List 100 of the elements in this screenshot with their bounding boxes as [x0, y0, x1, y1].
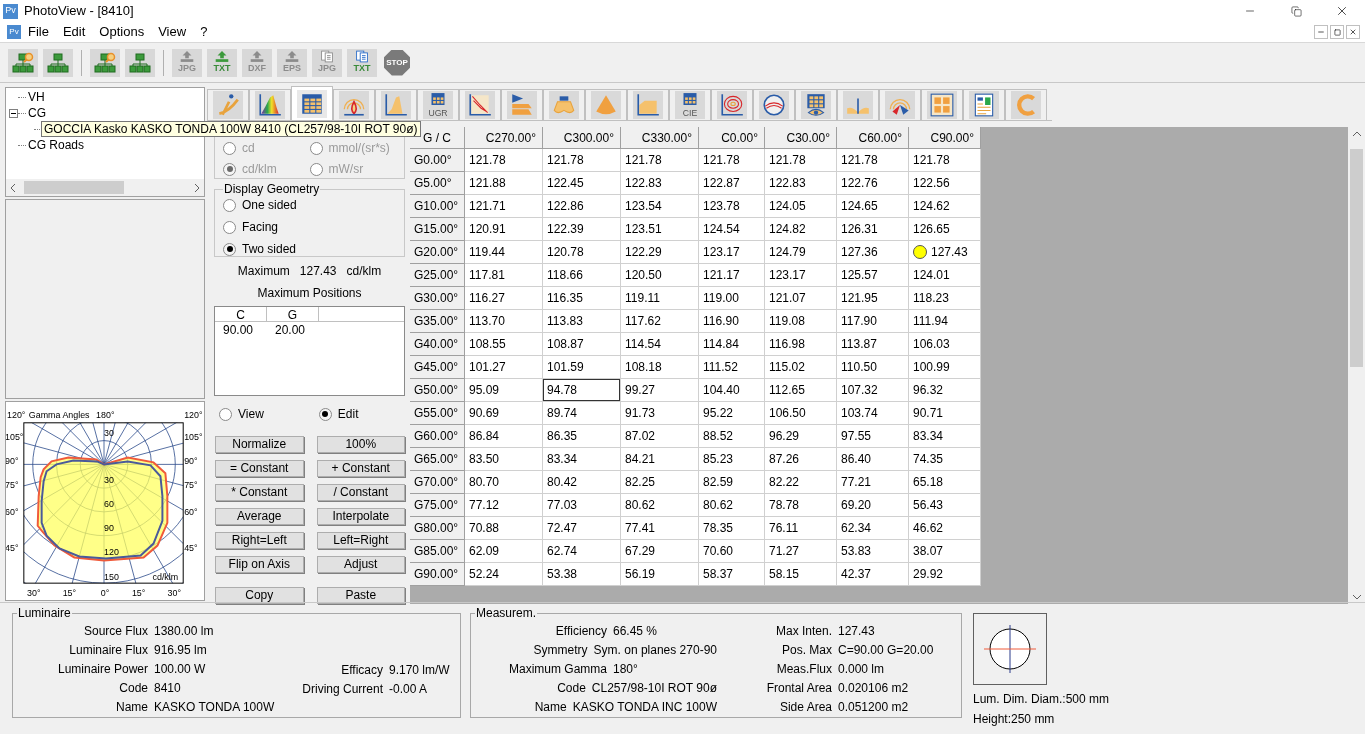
column-header[interactable]: G	[267, 307, 319, 321]
action-button[interactable]: + Constant	[316, 460, 405, 477]
tab[interactable]	[711, 89, 753, 120]
tab[interactable]	[879, 89, 921, 120]
table-cell-text: 72.47	[546, 520, 578, 536]
field-label: Source Flux	[82, 622, 148, 639]
table-cell-text: 121.07	[768, 290, 806, 306]
toolbar-button[interactable]	[43, 48, 73, 77]
field-label: Efficacy	[340, 661, 383, 678]
minimize-button[interactable]	[1314, 25, 1328, 39]
tab[interactable]	[753, 89, 795, 120]
column-header[interactable]: C300.00°	[543, 127, 621, 149]
action-button[interactable]: Adjust	[316, 556, 405, 573]
table-cell-text: 122.83	[768, 175, 806, 191]
action-button[interactable]: Right=Left	[215, 532, 304, 549]
column-header[interactable]: C270.00°	[465, 127, 543, 149]
close-button[interactable]	[1346, 25, 1360, 39]
toolbar-button[interactable]	[125, 48, 155, 77]
action-button[interactable]: 100%	[316, 436, 405, 453]
table-cell-text: 90.71	[912, 405, 944, 421]
tree-item[interactable]: CG	[26, 105, 46, 121]
action-button[interactable]: Copy	[215, 587, 304, 604]
menu-item[interactable]: Options	[92, 22, 152, 42]
table-cell-text: 117.62	[624, 313, 661, 329]
axis-label: 105°	[6, 431, 24, 442]
tab[interactable]: CIE	[669, 89, 711, 120]
table-cell-text: 119.00	[702, 290, 739, 306]
table-cell-text: 84.21	[624, 451, 656, 467]
axis-label: 105°	[184, 431, 203, 442]
action-button[interactable]: Average	[215, 508, 304, 525]
action-button[interactable]: Interpolate	[316, 508, 405, 525]
table-cell-text: 121.78	[546, 152, 584, 168]
axis-label: 75°	[6, 480, 19, 491]
table-cell-text: 122.76	[840, 175, 878, 191]
collapse-icon[interactable]	[9, 108, 18, 118]
column-header[interactable]: C90.00°	[909, 127, 981, 149]
column-header[interactable]: C	[215, 307, 267, 321]
menu-item[interactable]: View	[151, 22, 194, 42]
diameter-label: Lum. Dim. Diam.:500 mm	[973, 691, 1110, 707]
radio-option[interactable]: One sided	[223, 197, 396, 213]
table-cell-text: 127.36	[840, 244, 878, 260]
tab[interactable]	[543, 89, 585, 120]
tab[interactable]	[291, 86, 333, 120]
restore-icon	[1333, 28, 1341, 36]
menu-item[interactable]: Edit	[55, 22, 93, 42]
table-cell-text: 121.88	[468, 175, 506, 191]
tab[interactable]	[459, 89, 501, 120]
scroll-up-icon[interactable]	[1352, 131, 1361, 137]
field-value: 0.020106 m2	[838, 680, 909, 697]
table-cell-text: 121.95	[840, 290, 878, 306]
toolbar-button[interactable]	[90, 48, 120, 77]
tab[interactable]	[963, 89, 1005, 120]
table-cell-text: 86.40	[840, 451, 872, 467]
column-header[interactable]: C0.00°	[699, 127, 765, 149]
table-cell-text: 121.78	[768, 152, 806, 168]
row-header: G80.00°	[410, 517, 465, 540]
tab[interactable]: UGR	[417, 89, 459, 120]
table-cell-text: 106.50	[768, 405, 806, 421]
table-cell-text: 122.83	[624, 175, 662, 191]
table-cell-text: 90.69	[468, 405, 500, 421]
action-button[interactable]: / Constant	[316, 484, 405, 501]
action-button[interactable]: Left=Right	[316, 532, 405, 549]
toolbar-button[interactable]	[8, 48, 38, 77]
radio-option[interactable]: Edit	[318, 406, 359, 422]
tab[interactable]	[249, 89, 291, 120]
table-cell-text: 42.37	[840, 566, 872, 582]
tree-item[interactable]: VH	[26, 89, 45, 105]
radio-option[interactable]: Two sided	[223, 241, 396, 257]
tab[interactable]	[333, 89, 375, 120]
horizontal-scrollbar[interactable]	[6, 179, 204, 196]
radio-option[interactable]: Facing	[223, 219, 396, 235]
action-button[interactable]: * Constant	[215, 484, 304, 501]
table-cell-text: 101.27	[468, 359, 506, 375]
table-cell-text: 62.34	[840, 520, 872, 536]
action-button[interactable]: Normalize	[215, 436, 304, 453]
column-header[interactable]: C60.00°	[837, 127, 909, 149]
tab[interactable]	[501, 89, 543, 120]
radio-option[interactable]: View	[219, 406, 264, 422]
action-button[interactable]: Flip on Axis	[215, 556, 304, 573]
table-cell-text: 77.41	[624, 520, 656, 536]
tab[interactable]	[375, 89, 417, 120]
action-button[interactable]: Paste	[316, 587, 405, 604]
axis-label: 15°	[131, 588, 146, 598]
tab[interactable]	[795, 89, 837, 120]
cell-input[interactable]: 94.78	[543, 379, 620, 401]
scroll-left-icon[interactable]	[10, 183, 16, 192]
network-icon	[128, 50, 152, 75]
tab[interactable]	[627, 89, 669, 120]
documents-icon	[353, 49, 371, 63]
tab[interactable]	[921, 89, 963, 120]
tab[interactable]	[837, 89, 879, 120]
scroll-down-icon[interactable]	[1352, 594, 1361, 600]
scroll-right-icon[interactable]	[194, 183, 200, 192]
menu-item[interactable]: File	[21, 22, 56, 42]
tree-item[interactable]: CG Roads	[26, 137, 85, 153]
action-button[interactable]: = Constant	[215, 460, 304, 477]
field-value: KASKO TONDA 100W	[154, 699, 275, 716]
menu-item[interactable]: ?	[193, 22, 215, 42]
column-header[interactable]: C330.00°	[621, 127, 699, 149]
column-header[interactable]: C30.00°	[765, 127, 837, 149]
